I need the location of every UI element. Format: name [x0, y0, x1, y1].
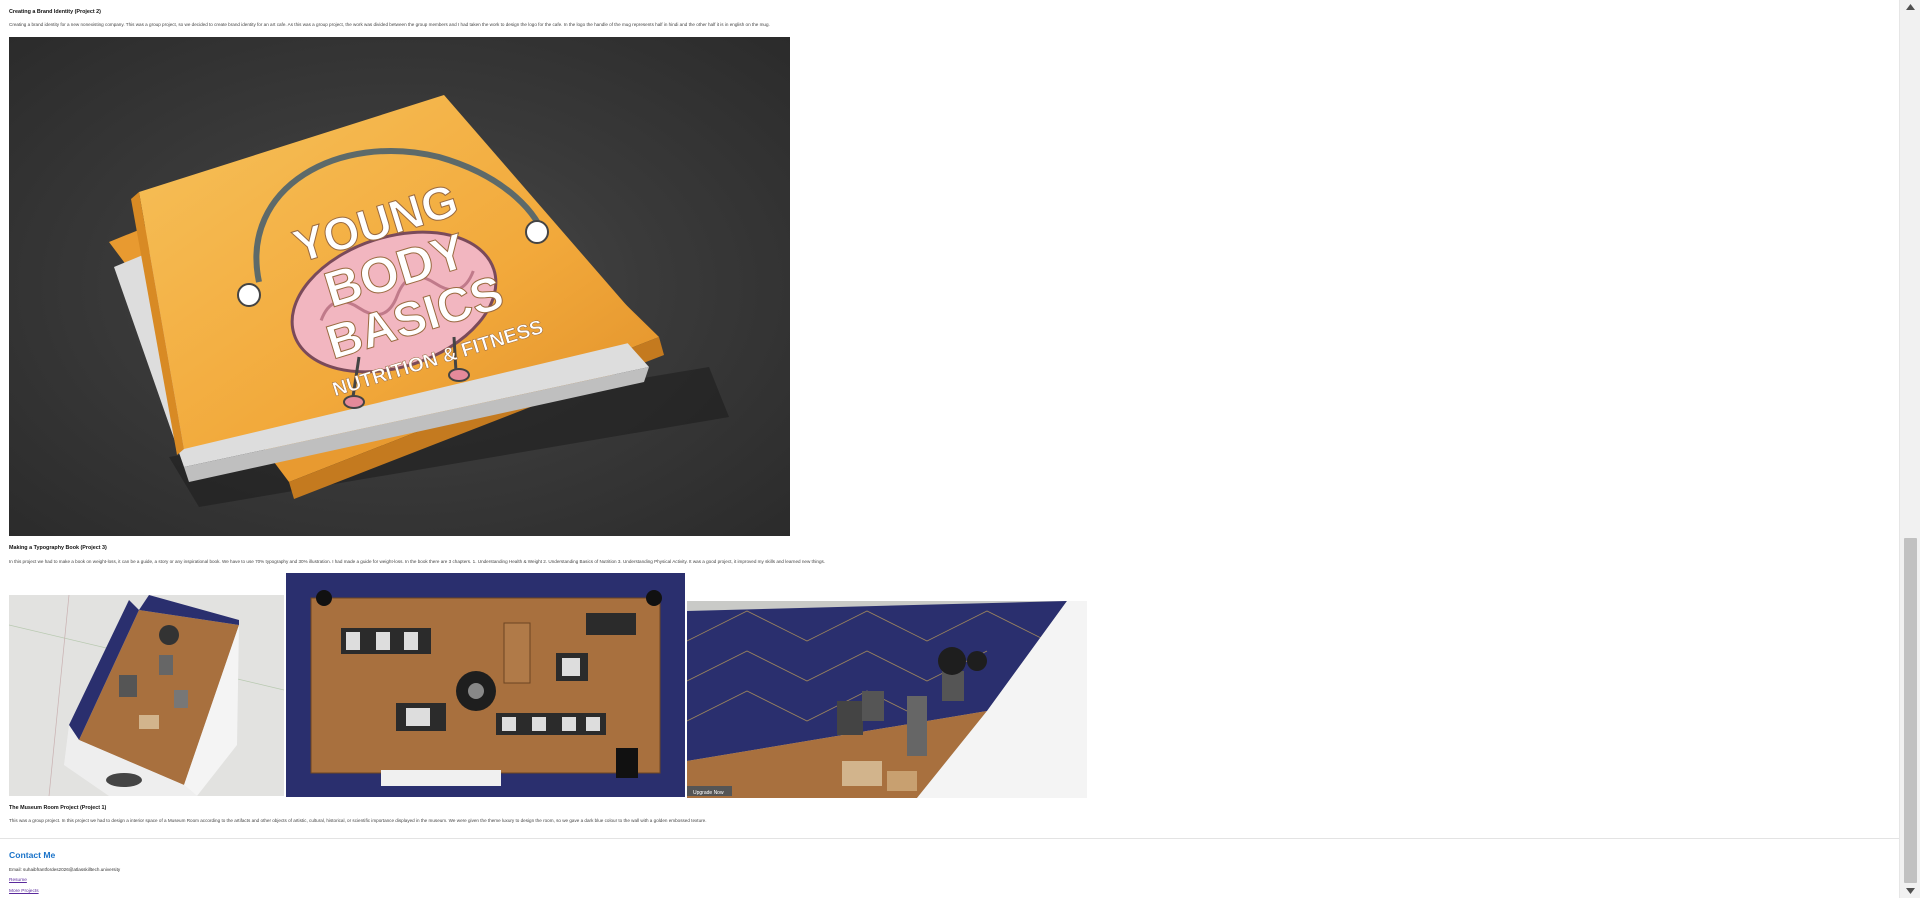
upgrade-watermark: Upgrade Now [693, 790, 724, 796]
project-description-brand-identity: Creating a brand identity for a new none… [9, 22, 770, 27]
caret-down-icon [1906, 888, 1915, 894]
museum-room-image-perspective-left [9, 595, 284, 796]
scroll-thumb[interactable] [1904, 538, 1917, 883]
museum-room-image-top-view [286, 573, 685, 797]
museum-room-image-perspective-right: Upgrade Now [687, 601, 1087, 798]
scroll-up-button[interactable] [1900, 0, 1920, 14]
more-projects-link[interactable]: More Projects [9, 889, 39, 894]
contact-email: Email: suhaibfrantfordes2026@atlasskillt… [9, 867, 121, 872]
project-description-typography-book: In this project we had to make a book on… [9, 559, 826, 564]
scroll-down-button[interactable] [1900, 884, 1920, 898]
contact-heading: Contact Me [9, 850, 56, 860]
museum-room-illustration-1 [9, 595, 284, 796]
museum-room-illustration-3: Upgrade Now [687, 601, 1087, 798]
project-title-typography-book: Making a Typography Book (Project 3) [9, 545, 107, 551]
vertical-scrollbar[interactable] [1899, 0, 1920, 898]
resume-link[interactable]: Resume [9, 878, 27, 883]
museum-room-illustration-2 [286, 573, 685, 797]
portfolio-page: Creating a Brand Identity (Project 2) Cr… [0, 0, 1899, 898]
book-mockup-image: YOUNG BODY BASICS NUTRITION & FITNESS [9, 37, 790, 536]
contact-separator [0, 838, 1899, 839]
project-title-brand-identity: Creating a Brand Identity (Project 2) [9, 9, 101, 15]
project-description-museum-room: This was a group project. In this projec… [9, 818, 707, 823]
caret-up-icon [1906, 4, 1915, 10]
book-mockup-illustration: YOUNG BODY BASICS NUTRITION & FITNESS [109, 95, 729, 507]
project-title-museum-room: The Museum Room Project (Project 1) [9, 805, 107, 811]
